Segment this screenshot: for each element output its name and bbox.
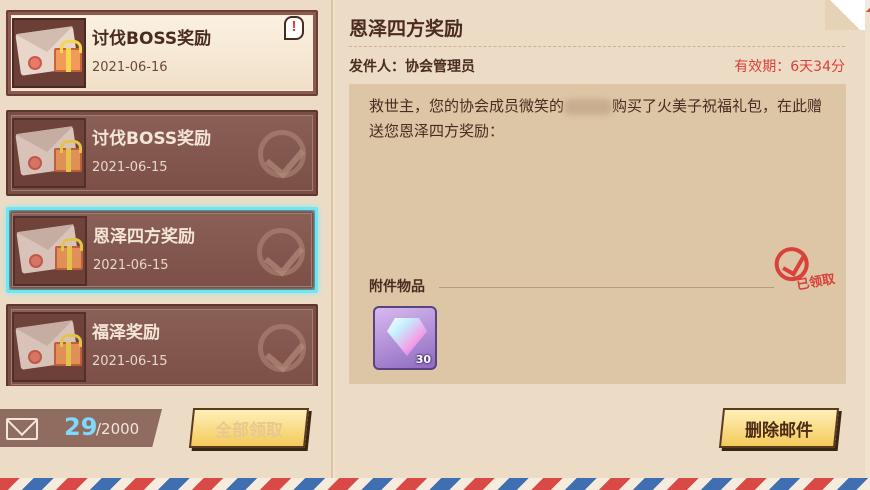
mail-item-selected[interactable]: 恩泽四方奖励 2021-06-15	[6, 207, 318, 293]
mail-detail-panel: 恩泽四方奖励 发件人：协会管理员 有效期：6天34分 救世主，您的协会成员微笑的…	[335, 0, 865, 478]
mail-count-total: /2000	[96, 420, 140, 438]
mail-date: 2021-06-15	[92, 354, 168, 369]
claim-all-button[interactable]: 全部领取	[188, 408, 310, 448]
read-check-icon	[257, 228, 305, 276]
divider	[349, 46, 845, 47]
claim-all-label: 全部领取	[215, 420, 283, 441]
diamond-gem-icon	[387, 318, 427, 356]
attachment-item-slot[interactable]: 30	[373, 306, 437, 370]
mail-envelope-gift-icon	[13, 216, 87, 286]
delete-mail-button[interactable]: 删除邮件	[718, 408, 840, 448]
attachment-quantity: 30	[415, 353, 431, 366]
mail-item[interactable]: 讨伐BOSS奖励 2021-06-15	[6, 110, 318, 196]
mail-item[interactable]: 福泽奖励 2021-06-15	[6, 304, 318, 386]
mail-title: 讨伐BOSS奖励	[92, 129, 212, 149]
delete-mail-label: 删除邮件	[745, 420, 813, 441]
mail-list-panel: 讨伐BOSS奖励 2021-06-16 ! 讨伐BOSS奖励 2021-06-1…	[0, 0, 333, 478]
mail-count-bar: 29 /2000	[0, 409, 162, 447]
read-check-icon	[258, 324, 306, 372]
attachments-label: 附件物品	[369, 279, 425, 295]
new-mail-alert-icon: !	[284, 16, 304, 40]
mail-body-part1: 救世主，您的协会成员微笑的	[369, 97, 565, 115]
mail-content-box: 救世主，您的协会成员微笑的 购买了火美子祝福礼包，在此赠送您恩泽四方奖励： 附件物…	[349, 84, 846, 384]
mail-envelope-gift-icon	[12, 18, 86, 88]
mail-expiry: 有效期：6天34分	[734, 59, 845, 75]
mail-envelope-gift-icon	[12, 118, 86, 188]
mail-title: 福泽奖励	[92, 323, 160, 343]
page-corner-fold	[825, 0, 865, 30]
mail-sender: 发件人：协会管理员	[349, 59, 475, 75]
mail-icon	[6, 418, 38, 440]
mail-count-current: 29	[64, 413, 98, 441]
mail-subject: 恩泽四方奖励	[349, 18, 464, 40]
mail-item[interactable]: 讨伐BOSS奖励 2021-06-16 !	[6, 10, 318, 96]
mail-envelope-gift-icon	[12, 312, 86, 382]
mail-date: 2021-06-15	[93, 258, 169, 273]
attachments-divider	[439, 287, 774, 288]
mail-title: 讨伐BOSS奖励	[92, 29, 212, 49]
mail-date: 2021-06-16	[92, 60, 168, 75]
claimed-stamp-icon: 已领取	[770, 238, 850, 302]
redacted-name	[564, 98, 613, 115]
mail-list[interactable]: 讨伐BOSS奖励 2021-06-16 ! 讨伐BOSS奖励 2021-06-1…	[0, 6, 328, 386]
mail-title: 恩泽四方奖励	[93, 227, 195, 247]
airmail-border-bottom	[0, 478, 870, 490]
mail-body: 救世主，您的协会成员微笑的 购买了火美子祝福礼包，在此赠送您恩泽四方奖励：	[369, 94, 829, 144]
read-check-icon	[258, 130, 306, 178]
mail-date: 2021-06-15	[92, 160, 168, 175]
